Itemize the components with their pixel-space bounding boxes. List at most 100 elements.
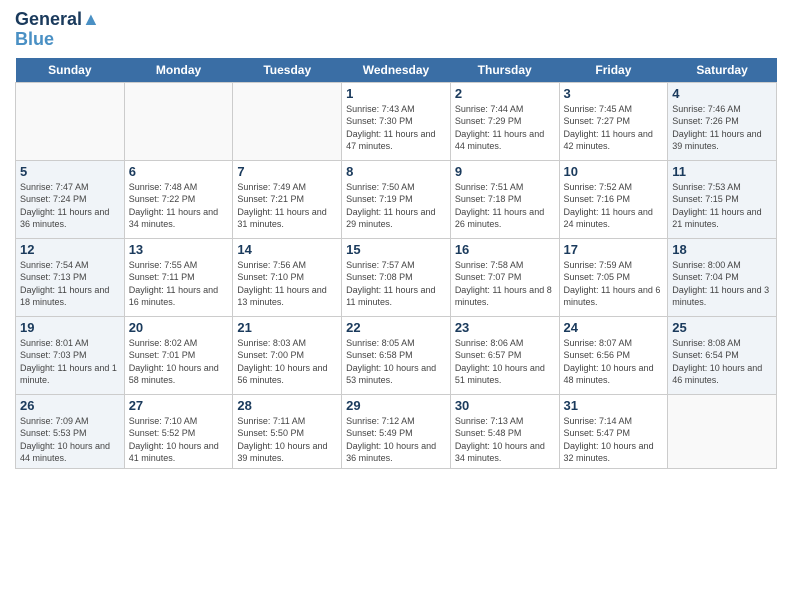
day-number: 29 [346, 398, 446, 413]
day-info: Sunrise: 8:03 AMSunset: 7:00 PMDaylight:… [237, 337, 337, 387]
sunset-text: Sunset: 5:49 PM [346, 428, 413, 438]
calendar-week-row: 5Sunrise: 7:47 AMSunset: 7:24 PMDaylight… [16, 160, 777, 238]
sunset-text: Sunset: 7:16 PM [564, 194, 631, 204]
calendar-cell: 12 Sunrise: 7:54 AMSunset: 7:13 PMDayligh… [16, 238, 125, 316]
weekday-header: Thursday [450, 58, 559, 83]
calendar-cell: 7Sunrise: 7:49 AMSunset: 7:21 PMDaylight… [233, 160, 342, 238]
sunset-text: Sunset: 7:11 PM [129, 272, 195, 282]
sunset-text: Sunset: 7:03 PM [20, 350, 87, 360]
day-info: Sunrise: 8:06 AMSunset: 6:57 PMDaylight:… [455, 337, 555, 387]
daylight-text: Daylight: 11 hours and 26 minutes. [455, 207, 544, 230]
daylight-text: Daylight: 10 hours and 58 minutes. [129, 363, 219, 386]
sunrise-text: Sunrise: 7:11 AM [237, 416, 305, 426]
sunset-text: Sunset: 7:30 PM [346, 116, 413, 126]
sunrise-text: Sunrise: 7:44 AM [455, 104, 524, 114]
sunset-text: Sunset: 7:26 PM [672, 116, 739, 126]
sunrise-text: Sunrise: 8:03 AM [237, 338, 306, 348]
sunset-text: Sunset: 6:54 PM [672, 350, 739, 360]
sunrise-text: Sunrise: 8:05 AM [346, 338, 415, 348]
day-number: 20 [129, 320, 229, 335]
calendar-cell [124, 82, 233, 160]
sunset-text: Sunset: 7:27 PM [564, 116, 631, 126]
day-number: 23 [455, 320, 555, 335]
sunset-text: Sunset: 7:19 PM [346, 194, 413, 204]
sunset-text: Sunset: 5:52 PM [129, 428, 196, 438]
sunrise-text: Sunrise: 7:49 AM [237, 182, 306, 192]
day-info: Sunrise: 8:05 AM Sunset: 6:58 PM Daylight:… [346, 337, 446, 387]
calendar-cell: 5Sunrise: 7:47 AMSunset: 7:24 PMDaylight… [16, 160, 125, 238]
day-info: Sunrise: 7:56 AMSunset: 7:10 PMDaylight:… [237, 259, 337, 309]
calendar-cell: 20Sunrise: 8:02 AMSunset: 7:01 PMDayligh… [124, 316, 233, 394]
calendar-cell: 14Sunrise: 7:56 AMSunset: 7:10 PMDayligh… [233, 238, 342, 316]
calendar-cell: 31Sunrise: 7:14 AMSunset: 5:47 PMDayligh… [559, 394, 668, 468]
calendar-cell: 22Sunrise: 8:05 AMSunset: 6:58 PMDayligh… [342, 316, 451, 394]
daylight-text: Daylight: 10 hours and 46 minutes. [672, 363, 762, 386]
sunrise-text: Sunrise: 7:59 AM [564, 260, 633, 270]
weekday-header: Wednesday [342, 58, 451, 83]
calendar-cell: 30Sunrise: 7:13 AMSunset: 5:48 PMDayligh… [450, 394, 559, 468]
daylight-text: Daylight: 10 hours and 56 minutes. [237, 363, 327, 386]
day-number: 15 [346, 242, 446, 257]
day-info: Sunrise: 7:49 AMSunset: 7:21 PMDaylight:… [237, 181, 337, 231]
logo-text: General▲ [15, 10, 100, 30]
day-info: Sunrise: 8:00 AMSunset: 7:04 PMDaylight:… [672, 259, 772, 309]
day-number: 4 [672, 86, 772, 101]
day-number: 5 [20, 164, 120, 179]
day-number: 2 [455, 86, 555, 101]
sunrise-text: Sunrise: 7:56 AM [237, 260, 306, 270]
daylight-text: Daylight: 10 hours and 41 minutes. [129, 441, 219, 464]
daylight-text: Daylight: 10 hours and 51 minutes. [455, 363, 545, 386]
day-number: 6 [129, 164, 229, 179]
calendar-cell: 2Sunrise: 7:44 AMSunset: 7:29 PMDaylight… [450, 82, 559, 160]
calendar-cell [233, 82, 342, 160]
daylight-text: Daylight: 11 hours and 39 minutes. [672, 129, 761, 152]
day-info: Sunrise: 7:10 AMSunset: 5:52 PMDaylight:… [129, 415, 229, 465]
day-number: 28 [237, 398, 337, 413]
day-info: Sunrise: 7:52 AMSunset: 7:16 PMDaylight:… [564, 181, 664, 231]
day-number: 21 [237, 320, 337, 335]
day-number: 1 [346, 86, 446, 101]
day-info: Sunrise: 7:54 AMSunset: 7:13 PMDaylight:… [20, 259, 120, 309]
sunrise-text: Sunrise: 7:43 AM [346, 104, 415, 114]
day-number: 25 [672, 320, 772, 335]
sunset-text: Sunset: 6:58 PM [346, 350, 413, 360]
calendar-week-row: 26Sunrise: 7:09 AMSunset: 5:53 PMDayligh… [16, 394, 777, 468]
sunrise-text: Sunrise: 7:58 AM [455, 260, 524, 270]
daylight-text: Daylight: 11 hours and 21 minutes. [672, 207, 761, 230]
header-row: SundayMondayTuesdayWednesdayThursdayFrid… [16, 58, 777, 83]
daylight-text: Daylight: 10 hours and 39 minutes. [237, 441, 327, 464]
day-info: Sunrise: 7:11 AMSunset: 5:50 PMDaylight:… [237, 415, 337, 465]
daylight-text: Daylight: 11 hours and 47 minutes. [346, 129, 435, 152]
sunrise-text: Sunrise: 7:55 AM [129, 260, 198, 270]
sunrise-text: Sunrise: 7:51 AM [455, 182, 524, 192]
daylight-text: Daylight: 11 hours and 13 minutes. [237, 285, 326, 308]
day-number: 30 [455, 398, 555, 413]
sunset-text: Sunset: 6:57 PM [455, 350, 522, 360]
day-number: 17 [564, 242, 664, 257]
calendar-cell: 1 Sunrise: 7:43 AM Sunset: 7:30 PM Daylight… [342, 82, 451, 160]
daylight-text: Daylight: 10 hours and 34 minutes. [455, 441, 545, 464]
day-info: Sunrise: 7:57 AMSunset: 7:08 PMDaylight:… [346, 259, 446, 309]
day-number: 11 [672, 164, 772, 179]
sunrise-text: Sunrise: 8:01 AM [20, 338, 89, 348]
sunrise-text: Sunrise: 7:14 AM [564, 416, 633, 426]
sunset-text: Sunset: 7:29 PM [455, 116, 522, 126]
calendar-cell: 26Sunrise: 7:09 AMSunset: 5:53 PMDayligh… [16, 394, 125, 468]
calendar-cell: 10Sunrise: 7:52 AMSunset: 7:16 PMDayligh… [559, 160, 668, 238]
sunset-text: Sunset: 5:53 PM [20, 428, 87, 438]
logo-subtext: Blue [15, 30, 100, 50]
day-number: 19 [20, 320, 120, 335]
day-info: Sunrise: 7:46 AMSunset: 7:26 PMDaylight:… [672, 103, 772, 153]
daylight-text: Daylight: 10 hours and 53 minutes. [346, 363, 436, 386]
day-info: Sunrise: 7:59 AMSunset: 7:05 PMDaylight:… [564, 259, 664, 309]
sunset-text: Sunset: 7:15 PM [672, 194, 739, 204]
calendar-cell: 11Sunrise: 7:53 AMSunset: 7:15 PMDayligh… [668, 160, 777, 238]
day-number: 16 [455, 242, 555, 257]
sunset-text: Sunset: 7:01 PM [129, 350, 196, 360]
sunrise-text: Sunrise: 7:54 AM [20, 260, 89, 270]
page-container: General▲ Blue SundayMondayTuesdayWednesd… [0, 0, 792, 479]
weekday-header: Saturday [668, 58, 777, 83]
day-info: Sunrise: 7:09 AMSunset: 5:53 PMDaylight:… [20, 415, 120, 465]
day-number: 12 [20, 242, 120, 257]
sunrise-text: Sunrise: 7:52 AM [564, 182, 633, 192]
